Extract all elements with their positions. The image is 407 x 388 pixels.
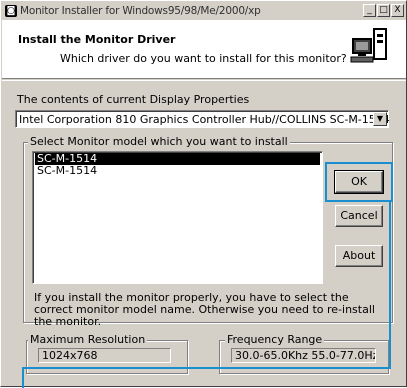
computer-monitor-icon <box>350 28 387 63</box>
callout-line-horizontal <box>22 367 391 369</box>
installer-window: ◙ Monitor Installer for Windows95/98/Me/… <box>0 0 407 388</box>
model-group-legend: Select Monitor model which you want to i… <box>28 135 290 148</box>
window-title: Monitor Installer for Windows95/98/Me/20… <box>20 5 261 17</box>
ok-button[interactable]: OK <box>334 170 384 194</box>
frequency-range-value: 30.0-65.0Khz 55.0-77.0Hz <box>231 348 376 363</box>
callout-line-vertical <box>389 200 391 369</box>
app-icon: ◙ <box>5 5 17 17</box>
close-button[interactable]: X <box>391 4 404 17</box>
window-controls: _ □ X <box>362 4 404 17</box>
wizard-header: Install the Monitor Driver Which driver … <box>2 20 406 79</box>
monitor-model-list[interactable]: SC-M-1514 SC-M-1514 <box>32 151 323 284</box>
list-item[interactable]: SC-M-1514 <box>35 165 320 177</box>
about-button[interactable]: About <box>335 245 383 267</box>
frequency-range-legend: Frequency Range <box>225 333 325 346</box>
title-bar[interactable]: ◙ Monitor Installer for Windows95/98/Me/… <box>2 2 406 20</box>
cancel-button[interactable]: Cancel <box>335 205 383 227</box>
minimize-button[interactable]: _ <box>363 4 376 17</box>
display-properties-label: The contents of current Display Properti… <box>17 93 250 106</box>
dropdown-arrow-icon[interactable]: ▼ <box>373 112 387 126</box>
header-title: Install the Monitor Driver <box>18 33 176 46</box>
header-separator <box>2 80 406 81</box>
dropdown-value: Intel Corporation 810 Graphics Controlle… <box>19 113 390 126</box>
header-subtitle: Which driver do you want to install for … <box>60 52 347 65</box>
max-resolution-legend: Maximum Resolution <box>28 333 148 346</box>
display-properties-dropdown[interactable]: Intel Corporation 810 Graphics Controlle… <box>15 110 390 128</box>
callout-line-pointer <box>22 367 24 388</box>
install-instructions: If you install the monitor properly, you… <box>34 291 375 328</box>
max-resolution-value: 1024x768 <box>38 348 171 363</box>
maximize-button[interactable]: □ <box>377 4 390 17</box>
